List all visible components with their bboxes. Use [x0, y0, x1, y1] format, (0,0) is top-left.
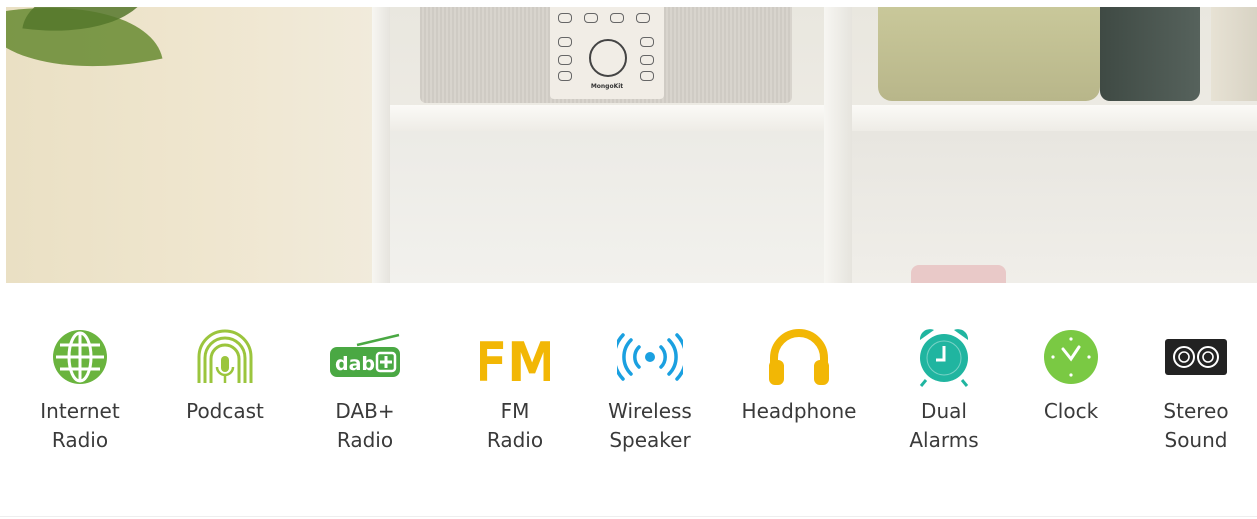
shelf-cavity: [390, 131, 824, 283]
feature-label: FM Radio: [486, 399, 544, 452]
shelf-post: [372, 7, 390, 283]
feature-dual-alarms: Dual Alarms: [874, 325, 1014, 455]
feature-dab-radio: dab DAB+ Radio: [295, 325, 435, 455]
feature-label: Clock: [1043, 399, 1099, 423]
hero-image: MongoKit: [6, 7, 1257, 283]
feature-podcast: Podcast: [155, 325, 295, 426]
svg-text:dab: dab: [335, 353, 375, 375]
feature-headphone: Headphone: [729, 325, 869, 426]
feature-label: Internet Radio: [40, 399, 120, 452]
radio-button: [558, 13, 572, 23]
feature-label: Dual Alarms: [909, 399, 979, 452]
radio-button: [640, 71, 654, 81]
radio-button: [636, 13, 650, 23]
radio-control-panel: MongoKit: [550, 7, 664, 99]
feature-label: Podcast: [186, 399, 264, 423]
globe-icon: [53, 330, 107, 384]
headphone-icon: [769, 329, 829, 385]
feature-wireless-speaker: Wireless Speaker: [580, 325, 720, 455]
feature-internet-radio: Internet Radio: [10, 325, 150, 455]
shelf-post: [824, 7, 852, 283]
feature-label: DAB+ Radio: [335, 399, 395, 452]
wireless-icon: [617, 333, 683, 381]
stereo-icon: [1165, 339, 1227, 375]
dark-jar: [1100, 7, 1200, 101]
radio-button: [610, 13, 624, 23]
radio-button: [584, 13, 598, 23]
feature-label: Stereo Sound: [1163, 399, 1229, 452]
feature-list: Internet Radio Podcast dab DAB+ Radio FM…: [0, 325, 1257, 465]
feature-fm-radio: FM FMRadio: [445, 325, 585, 455]
radio-brand: MongoKit: [590, 83, 624, 90]
divider: [0, 516, 1257, 517]
radio-device: MongoKit: [420, 7, 792, 103]
radio-volume-knob: [589, 39, 627, 77]
shelf-cavity: [852, 131, 1257, 283]
beige-jar: [1211, 7, 1257, 101]
svg-text:FM: FM: [480, 332, 550, 385]
radio-button: [640, 37, 654, 47]
radio-button: [558, 55, 572, 65]
feature-label: Headphone: [741, 399, 857, 423]
wall-left: [6, 7, 378, 283]
green-jar: [878, 7, 1100, 101]
feature-label: Wireless Speaker: [608, 399, 692, 452]
feature-clock: Clock: [1001, 325, 1141, 426]
feature-stereo-sound: Stereo Sound: [1126, 325, 1257, 455]
podcast-icon: [197, 329, 253, 383]
dab-radio-icon: dab: [330, 333, 400, 377]
radio-button: [640, 55, 654, 65]
radio-button: [558, 37, 572, 47]
shelf-board: [372, 105, 1257, 131]
fm-icon: FM: [480, 332, 550, 385]
clock-icon: [1044, 330, 1098, 384]
radio-button: [558, 71, 572, 81]
vase: [911, 265, 1006, 283]
alarm-clock-icon: [919, 329, 969, 387]
